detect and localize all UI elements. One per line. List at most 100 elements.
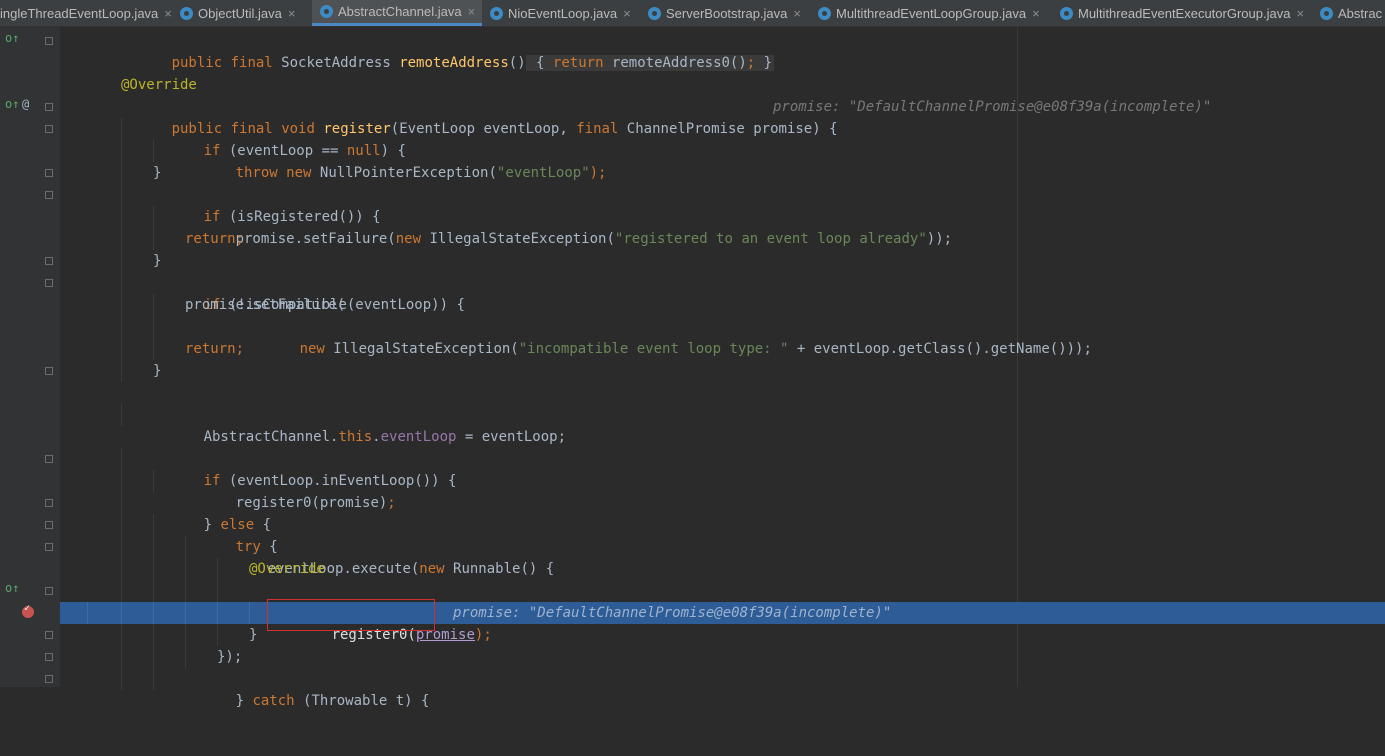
tab-label: ingleThreadEventLoop.java <box>0 5 159 21</box>
debugger-inline-value: promise: "DefaultChannelPromise@e08f39a(… <box>453 605 892 621</box>
tab-abstract-overflow[interactable]: Abstrac <box>1320 0 1385 26</box>
code-line[interactable]: if (eventLoop.inEventLoop()) { <box>60 448 1385 489</box>
code-token: return <box>552 55 604 71</box>
fold-marker-icon[interactable] <box>45 653 53 661</box>
code-token: promise.setFailure( <box>185 297 346 313</box>
code-token: SocketAddress <box>272 55 400 71</box>
code-token: } <box>153 363 162 379</box>
tab-server-bootstrap[interactable]: ServerBootstrap.java × <box>648 0 813 26</box>
code-line[interactable]: if (isRegistered()) { <box>60 184 1385 225</box>
override-up-icon[interactable]: o↑ <box>5 31 19 45</box>
at-annotation-icon[interactable]: @ <box>22 97 29 111</box>
code-token: @Override <box>121 77 197 93</box>
java-class-icon <box>320 5 333 18</box>
close-icon[interactable]: × <box>1032 6 1040 21</box>
editor-tab-bar: ingleThreadEventLoop.java × ObjectUtil.j… <box>0 0 1385 27</box>
close-icon[interactable]: × <box>623 6 631 21</box>
code-line[interactable]: }); <box>60 646 1385 668</box>
code-line[interactable]: register0(promise); <box>60 470 1385 511</box>
debugger-inline-value: promise: "DefaultChannelPromise@e08f39a(… <box>773 99 1212 115</box>
code-token: (Throwable t) { <box>294 693 430 709</box>
tab-label: ObjectUtil.java <box>198 5 282 21</box>
code-token: remoteAddress0() <box>603 55 747 71</box>
code-line[interactable]: new IllegalStateException("incompatible … <box>60 316 1385 357</box>
fold-marker-icon[interactable] <box>45 37 53 45</box>
code-token: eventLoop <box>380 429 457 445</box>
fold-marker-icon[interactable] <box>45 103 53 111</box>
code-line[interactable]: @Override <box>60 558 1385 580</box>
code-token: AbstractChannel. <box>203 429 339 445</box>
java-class-icon <box>648 6 661 20</box>
tab-multithread-event-loop-group[interactable]: MultithreadEventLoopGroup.java × <box>818 0 1053 26</box>
code-line[interactable]: public final void register(EventLoop eve… <box>60 96 1385 137</box>
close-icon[interactable]: × <box>288 6 296 21</box>
code-line[interactable]: public final SocketAddress remoteAddress… <box>60 30 1385 71</box>
code-line[interactable]: promise.setFailure( <box>60 294 1385 316</box>
code-line[interactable]: if (!isCompatible(eventLoop)) { <box>60 272 1385 313</box>
fold-marker-icon[interactable] <box>45 191 53 199</box>
code-token: } <box>153 165 162 181</box>
tab-label: ServerBootstrap.java <box>666 5 788 21</box>
code-line[interactable]: } else { <box>60 492 1385 533</box>
code-token: return; <box>185 341 245 357</box>
fold-marker-icon[interactable] <box>45 367 53 375</box>
java-class-icon <box>1060 6 1073 20</box>
fold-marker-icon[interactable] <box>45 169 53 177</box>
code-line[interactable]: AbstractChannel.this.eventLoop = eventLo… <box>60 404 1385 445</box>
code-line[interactable]: if (eventLoop == null) { <box>60 118 1385 159</box>
close-icon[interactable]: × <box>164 6 172 21</box>
code-token: } <box>755 55 773 71</box>
code-token: }); <box>217 649 243 665</box>
fold-marker-icon[interactable] <box>45 587 53 595</box>
tab-single-thread-event-loop[interactable]: ingleThreadEventLoop.java × <box>0 0 178 26</box>
tab-label: MultithreadEventExecutorGroup.java <box>1078 5 1291 21</box>
close-icon[interactable]: × <box>468 4 476 19</box>
fold-marker-icon[interactable] <box>45 521 53 529</box>
code-line[interactable]: promise.setFailure(new IllegalStateExcep… <box>60 206 1385 247</box>
tab-multithread-event-executor-group[interactable]: MultithreadEventExecutorGroup.java × <box>1060 0 1315 26</box>
fold-marker-icon[interactable] <box>45 279 53 287</box>
close-icon[interactable]: × <box>793 6 801 21</box>
override-up-icon[interactable]: o↑ <box>5 97 19 111</box>
current-execution-line[interactable]: register0(promise); promise: "DefaultCha… <box>60 602 1385 643</box>
fold-marker-icon[interactable] <box>45 455 53 463</box>
code-token: remoteAddress <box>399 55 509 71</box>
editor-gutter[interactable]: o↑ o↑ @ o↑ <box>0 27 60 687</box>
tab-object-util[interactable]: ObjectUtil.java × <box>180 0 310 26</box>
fold-marker-icon[interactable] <box>45 499 53 507</box>
close-icon[interactable]: × <box>1296 6 1304 21</box>
code-line[interactable]: @Override <box>60 74 1385 96</box>
code-line[interactable]: public void run() { <box>60 580 1385 621</box>
code-token: @Override <box>249 561 325 577</box>
breakpoint-icon[interactable] <box>22 603 34 618</box>
code-line[interactable]: } <box>60 624 1385 646</box>
java-class-icon <box>1320 6 1333 20</box>
fold-marker-icon[interactable] <box>45 543 53 551</box>
code-line[interactable]: } <box>60 360 1385 382</box>
code-line[interactable]: eventLoop.execute(new Runnable() { <box>60 536 1385 577</box>
code-line[interactable]: } <box>60 162 1385 184</box>
code-line[interactable]: return; <box>60 228 1385 250</box>
tab-abstract-channel[interactable]: AbstractChannel.java × <box>312 0 482 26</box>
code-token: } <box>153 253 162 269</box>
fold-marker-icon[interactable] <box>45 257 53 265</box>
code-line[interactable]: return; <box>60 338 1385 360</box>
java-class-icon <box>490 6 503 20</box>
code-token: public <box>171 55 223 71</box>
tab-label: AbstractChannel.java <box>338 4 462 19</box>
tab-label: Abstrac <box>1338 5 1383 21</box>
override-up-icon[interactable]: o↑ <box>5 581 19 595</box>
tab-nio-event-loop[interactable]: NioEventLoop.java × <box>490 0 640 26</box>
code-line[interactable]: try { <box>60 514 1385 555</box>
code-token: } <box>235 693 253 709</box>
code-token: () <box>508 55 526 71</box>
fold-marker-icon[interactable] <box>45 125 53 133</box>
java-class-icon <box>180 6 193 20</box>
java-class-icon <box>818 6 831 20</box>
code-line[interactable]: throw new NullPointerException("eventLoo… <box>60 140 1385 181</box>
fold-marker-icon[interactable] <box>45 631 53 639</box>
code-editor[interactable]: public final SocketAddress remoteAddress… <box>60 27 1385 709</box>
code-line[interactable]: } <box>60 250 1385 272</box>
fold-marker-icon[interactable] <box>45 675 53 683</box>
code-token: catch <box>252 693 295 709</box>
